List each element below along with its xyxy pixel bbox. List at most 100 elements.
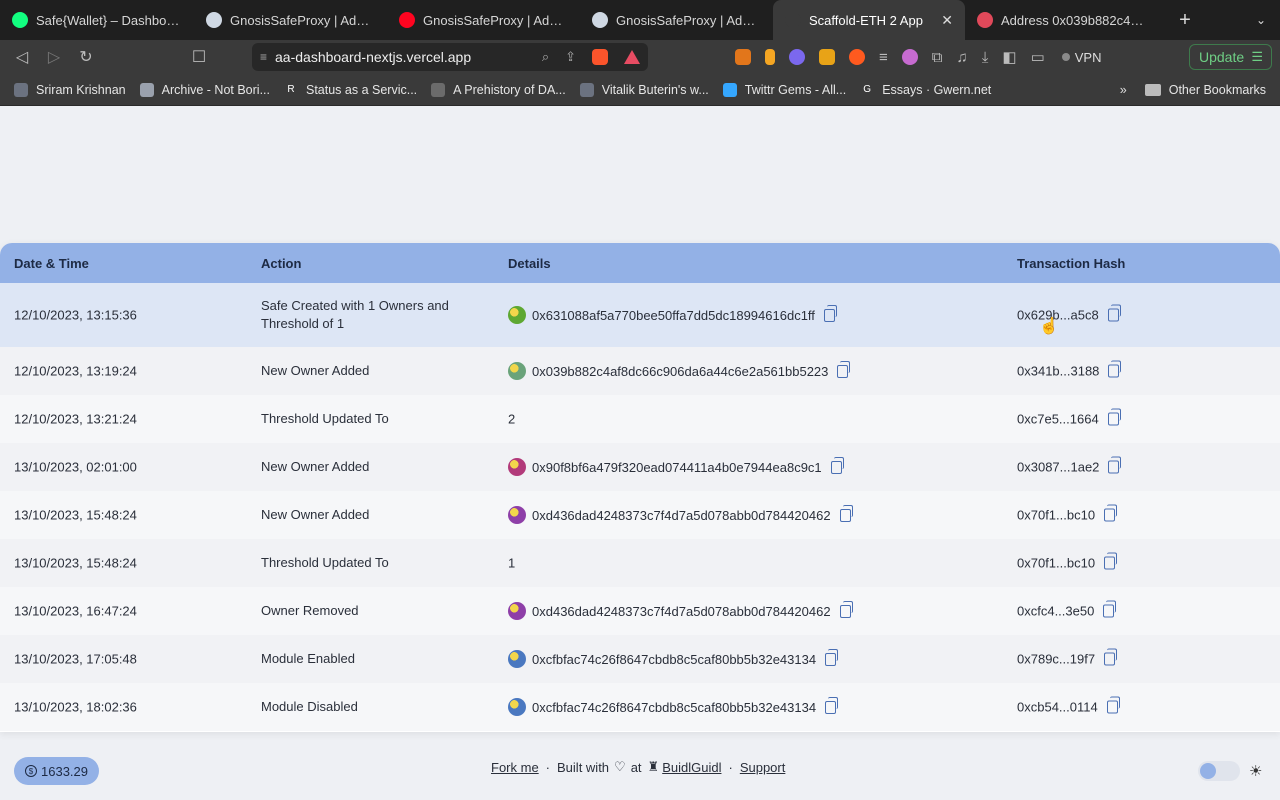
bookmark-item[interactable]: G Essays · Gwern.net xyxy=(860,83,991,97)
bookmark-label: Sriram Krishnan xyxy=(36,82,126,97)
back-icon[interactable]: ◁ xyxy=(6,47,38,67)
browser-tab[interactable]: GnosisSafeProxy | Address xyxy=(194,0,387,40)
row-details: 0xcfbfac74c26f8647cbdb8c5caf80bb5b32e431… xyxy=(508,648,839,668)
copy-hash-icon[interactable] xyxy=(1107,408,1121,426)
bookmark-item[interactable]: Twittr Gems - All... xyxy=(722,82,846,97)
row-action: Module Disabled xyxy=(261,699,358,714)
balance-badge[interactable]: $ 1633.29 xyxy=(14,757,99,785)
share-icon[interactable]: ⇪ xyxy=(565,49,576,65)
extension-icon[interactable] xyxy=(849,49,865,65)
table-row: 13/10/2023, 15:48:24 New Owner Added 0xd43… xyxy=(0,491,1280,539)
bookmark-label: Archive - Not Bori... xyxy=(161,82,270,97)
optimism-icon xyxy=(399,12,415,28)
music-icon[interactable]: ♫ xyxy=(956,49,967,66)
copy-hash-icon[interactable] xyxy=(1104,552,1118,570)
buidlguidl-link[interactable]: BuidlGuidl xyxy=(662,760,721,775)
support-link[interactable]: Support xyxy=(740,760,786,775)
forward-icon[interactable]: ▷ xyxy=(38,47,70,67)
copy-address-icon[interactable] xyxy=(839,504,853,522)
more-bookmarks-icon[interactable]: » xyxy=(1120,83,1127,97)
theme-toggle[interactable] xyxy=(1198,761,1240,781)
copy-hash-icon[interactable] xyxy=(1108,360,1122,378)
globe-icon xyxy=(579,82,594,97)
bookmark-item[interactable]: R Status as a Servic... xyxy=(284,83,417,97)
row-transaction-hash: 0x3087...1ae2 xyxy=(1017,456,1122,475)
zoom-icon[interactable]: ⌕ xyxy=(542,49,549,65)
row-action: Threshold Updated To xyxy=(261,555,389,570)
browser-tab[interactable]: GnosisSafeProxy | Address xyxy=(387,0,580,40)
row-details: 0x90f8bf6a479f320ead074411a4b0e7944ea8c9… xyxy=(508,456,844,476)
table-row: 13/10/2023, 16:47:24 Owner Removed 0xd436d… xyxy=(0,587,1280,635)
header-action: Action xyxy=(261,256,302,271)
address-bar[interactable]: ≡ aa-dashboard-nextjs.vercel.app ⌕ ⇪ xyxy=(252,43,648,71)
brave-shields-icon[interactable] xyxy=(592,49,608,65)
site-settings-icon[interactable]: ≡ xyxy=(260,50,267,64)
hash-text[interactable]: 0x70f1...bc10 xyxy=(1017,556,1095,571)
tab-title: GnosisSafeProxy | Address xyxy=(616,12,761,28)
threshold-value: 2 xyxy=(508,411,516,427)
download-icon[interactable]: ⤓ xyxy=(982,49,989,66)
blockie-avatar xyxy=(508,602,526,620)
vpn-button[interactable]: VPN xyxy=(1061,50,1101,65)
update-button[interactable]: Update ☰ xyxy=(1189,44,1272,70)
hash-text[interactable]: 0x789c...19f7 xyxy=(1017,652,1095,667)
brave-rewards-icon[interactable] xyxy=(624,50,640,64)
built-with-text: Built with xyxy=(557,759,610,775)
new-tab-icon[interactable]: + xyxy=(1170,9,1200,32)
bookmark-page-icon[interactable]: ☐ xyxy=(183,47,215,67)
copy-hash-icon[interactable] xyxy=(1107,304,1121,322)
copy-hash-icon[interactable] xyxy=(1103,600,1117,618)
extension-icon[interactable] xyxy=(901,49,918,65)
bookmark-item[interactable]: Vitalik Buterin's w... xyxy=(579,82,709,97)
copy-address-icon[interactable] xyxy=(837,360,851,378)
fork-me-link[interactable]: Fork me xyxy=(491,760,539,775)
close-tab-icon[interactable]: ✕ xyxy=(941,12,953,29)
puzzle-icon[interactable]: ⧉ xyxy=(932,49,943,66)
copy-hash-icon[interactable] xyxy=(1104,504,1118,522)
row-date: 13/10/2023, 18:02:36 xyxy=(14,699,137,715)
wallet-icon[interactable]: ▭ xyxy=(1031,48,1045,66)
bookmark-item[interactable]: A Prehistory of DA... xyxy=(431,82,566,97)
metamask-icon[interactable] xyxy=(735,49,751,65)
copy-address-icon[interactable] xyxy=(830,456,844,474)
hash-text[interactable]: 0x341b...3188 xyxy=(1017,364,1099,379)
extension-icon[interactable] xyxy=(765,49,775,65)
transactions-table: Date & Time Action Details Transaction H… xyxy=(0,243,1280,732)
page-icon xyxy=(139,82,154,97)
blockscout-icon xyxy=(977,12,993,28)
hash-text[interactable]: 0xcb54...0114 xyxy=(1017,700,1098,715)
copy-hash-icon[interactable] xyxy=(1108,456,1122,474)
reload-icon[interactable]: ↻ xyxy=(70,47,102,67)
hash-text[interactable]: 0xc7e5...1664 xyxy=(1017,412,1099,427)
copy-address-icon[interactable] xyxy=(825,696,839,714)
browser-tab[interactable]: Address 0x039b882c4af8dc xyxy=(965,0,1158,40)
browser-tab[interactable]: Safe{Wallet} – Dashboard xyxy=(0,0,194,40)
separator: · xyxy=(545,759,551,775)
list-icon[interactable]: ≡ xyxy=(879,49,888,66)
bookmark-item[interactable]: Sriram Krishnan xyxy=(14,82,126,97)
copy-address-icon[interactable] xyxy=(839,600,853,618)
extensions-area: ≡ ⧉ ♫ ⤓ ◧ ▭ VPN xyxy=(728,40,1101,74)
browser-tab[interactable]: Scaffold-ETH 2 App ✕ xyxy=(773,0,965,40)
copy-address-icon[interactable] xyxy=(823,304,837,322)
mouse-pointer-icon: ☝ xyxy=(1039,318,1059,335)
update-label: Update xyxy=(1199,49,1245,65)
hash-text[interactable]: 0x70f1...bc10 xyxy=(1017,508,1095,523)
header-details: Details xyxy=(508,256,551,271)
extension-icon[interactable] xyxy=(819,49,835,65)
browser-tab[interactable]: GnosisSafeProxy | Address xyxy=(580,0,773,40)
hash-text[interactable]: 0xcfc4...3e50 xyxy=(1017,604,1094,619)
sidebar-icon[interactable]: ◧ xyxy=(1002,48,1016,66)
bookmark-item[interactable]: Archive - Not Bori... xyxy=(139,82,270,97)
row-date: 13/10/2023, 17:05:48 xyxy=(14,651,137,667)
other-bookmarks[interactable]: Other Bookmarks xyxy=(1144,83,1266,97)
tab-search-icon[interactable]: ⌄ xyxy=(1256,13,1266,27)
menu-icon: ☰ xyxy=(1251,49,1263,64)
threshold-value: 1 xyxy=(508,555,516,571)
copy-hash-icon[interactable] xyxy=(1106,696,1120,714)
blockie-avatar xyxy=(508,458,526,476)
hash-text[interactable]: 0x3087...1ae2 xyxy=(1017,460,1099,475)
copy-hash-icon[interactable] xyxy=(1104,648,1118,666)
extension-icon[interactable] xyxy=(789,49,805,65)
copy-address-icon[interactable] xyxy=(825,648,839,666)
